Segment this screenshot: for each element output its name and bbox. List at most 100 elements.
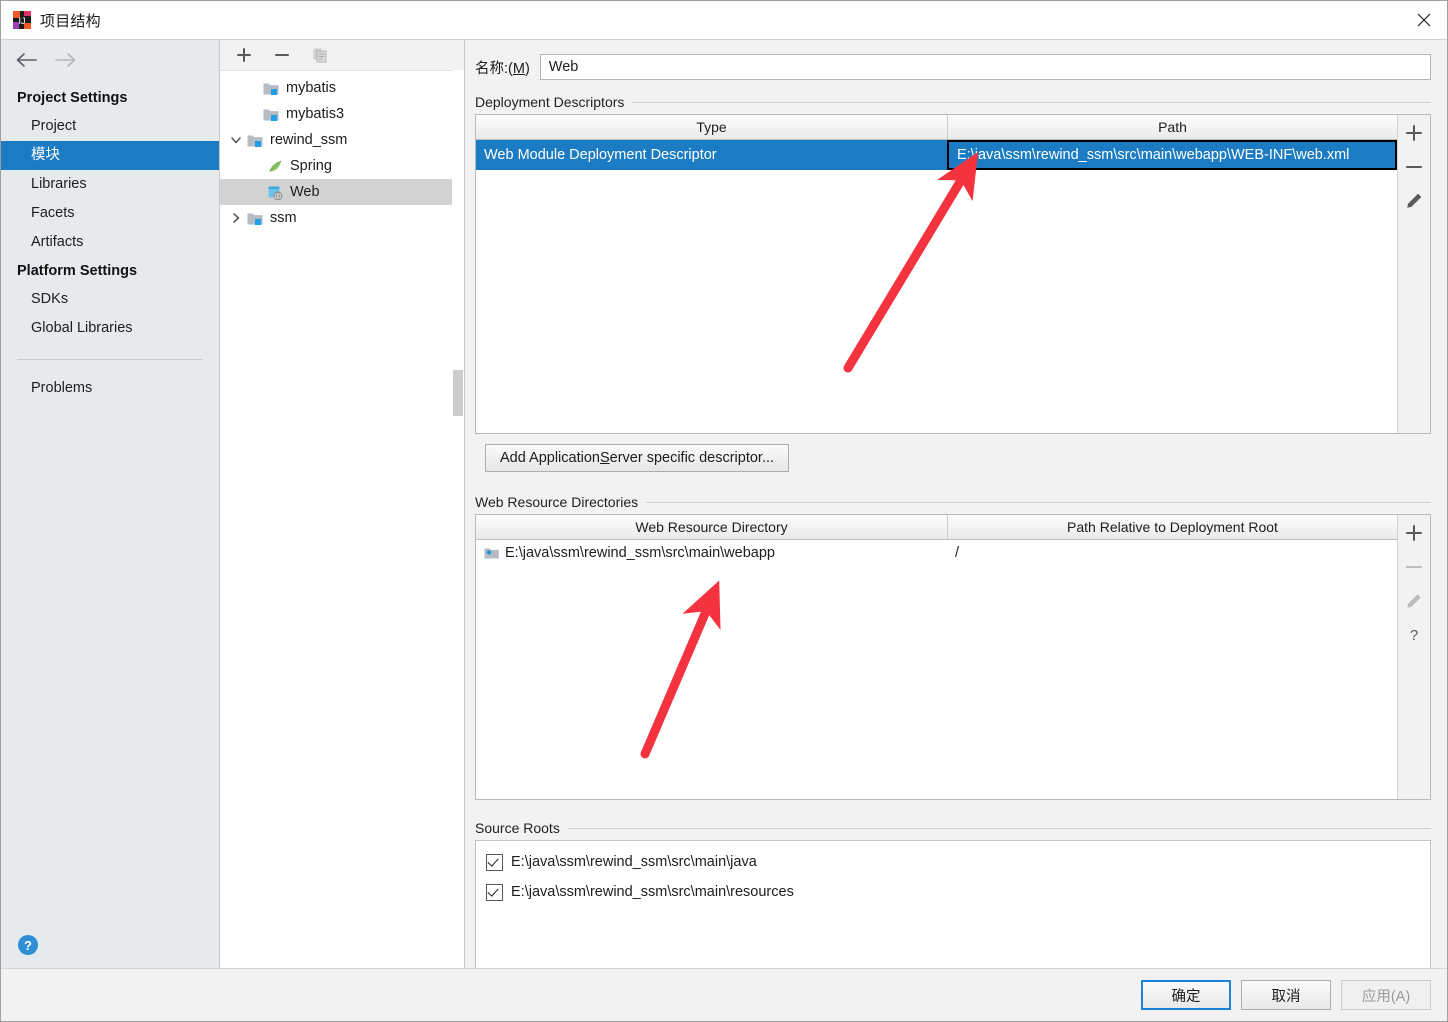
chevron-right-icon[interactable]	[226, 212, 246, 224]
tree-node-label: Web	[290, 184, 320, 200]
tree-node-label: mybatis	[286, 80, 336, 96]
module-folder-icon	[246, 133, 264, 148]
sidebar-navigation	[1, 40, 219, 80]
source-root-label: E:\java\ssm\rewind_ssm\src\main\resource…	[511, 884, 794, 900]
deployment-descriptors-label: Deployment Descriptors	[475, 94, 625, 110]
cell-web-resource-directory[interactable]: E:\java\ssm\rewind_ssm\src\main\webapp	[476, 540, 947, 566]
cell-path-relative[interactable]: /	[947, 540, 1397, 566]
add-web-resource-button[interactable]	[1402, 521, 1426, 545]
column-header-path[interactable]: Path	[947, 115, 1397, 139]
close-icon[interactable]	[1401, 1, 1447, 39]
section-rule	[632, 101, 1431, 103]
deployment-descriptors-table: Type Path Web Module Deployment Descript…	[475, 114, 1431, 434]
sidebar-item-project[interactable]: Project	[1, 112, 219, 141]
ok-button[interactable]: 确定	[1141, 980, 1231, 1010]
column-header-path-relative[interactable]: Path Relative to Deployment Root	[947, 515, 1397, 539]
add-desc-mnemonic: S	[599, 450, 610, 466]
deployment-descriptors-title: Deployment Descriptors	[475, 94, 1431, 110]
source-root-label: E:\java\ssm\rewind_ssm\src\main\java	[511, 854, 757, 870]
module-name-mnemonic: M	[512, 60, 525, 77]
sidebar-item-modules[interactable]: 模块	[1, 141, 219, 170]
web-resource-directories-table-main: Web Resource Directory Path Relative to …	[476, 515, 1397, 799]
tree-node-ssm[interactable]: ssm	[220, 205, 464, 231]
source-root-checkbox[interactable]	[486, 853, 503, 871]
sidebar-item-facets[interactable]: Facets	[1, 199, 219, 228]
module-name-row: 名称:(M)	[465, 40, 1447, 88]
add-application-server-descriptor-button[interactable]: Add Application Server specific descript…	[485, 444, 790, 472]
remove-descriptor-button[interactable]	[1402, 155, 1426, 179]
module-name-input[interactable]	[539, 54, 1431, 80]
module-name-label: 名称:(M)	[475, 60, 530, 77]
sidebar-item-problems[interactable]: Problems	[1, 374, 219, 403]
chevron-down-icon[interactable]	[226, 134, 246, 146]
svg-text:?: ?	[24, 938, 32, 953]
sidebar-group-platform-settings: Platform Settings	[17, 263, 138, 279]
column-header-type[interactable]: Type	[476, 115, 947, 139]
window-title: 项目结构	[40, 12, 101, 30]
module-tree: mybatis mybatis3 rewind_ssm Spring Web s…	[220, 71, 464, 968]
remove-web-resource-button	[1402, 555, 1426, 579]
tree-node-spring[interactable]: Spring	[220, 153, 464, 179]
plus-icon[interactable]	[234, 45, 254, 65]
tree-scrollbar[interactable]	[452, 70, 464, 968]
deployment-descriptors-header: Type Path	[476, 115, 1397, 140]
help-circle-icon[interactable]: ?	[17, 934, 39, 956]
section-rule	[567, 827, 1431, 829]
sidebar-item-global-libraries[interactable]: Global Libraries	[1, 314, 219, 343]
web-resource-directory-text: E:\java\ssm\rewind_ssm\src\main\webapp	[505, 545, 775, 561]
cancel-button[interactable]: 取消	[1241, 980, 1331, 1010]
sidebar-item-sdks[interactable]: SDKs	[1, 285, 219, 314]
dialog-body: Project Settings Project 模块 Libraries Fa…	[1, 39, 1447, 968]
table-row[interactable]: Web Module Deployment Descriptor E:\java…	[476, 140, 1397, 170]
svg-text:IJ: IJ	[18, 16, 25, 26]
source-roots-list: E:\java\ssm\rewind_ssm\src\main\java E:\…	[475, 840, 1431, 968]
dialog-footer: 确定 取消 应用(A)	[1, 968, 1447, 1021]
module-folder-icon	[246, 211, 264, 226]
tree-node-rewind-ssm[interactable]: rewind_ssm	[220, 127, 464, 153]
tree-node-label: rewind_ssm	[270, 132, 348, 148]
column-header-web-resource-directory[interactable]: Web Resource Directory	[476, 515, 947, 539]
module-settings-panel: 名称:(M) Deployment Descriptors Type Path	[465, 40, 1447, 968]
title-bar: IJ 项目结构	[1, 1, 1447, 39]
deployment-descriptors-toolbar	[1397, 115, 1430, 433]
spring-leaf-icon	[266, 159, 284, 174]
source-roots-label: Source Roots	[475, 820, 560, 836]
sidebar-group-project-settings: Project Settings	[17, 90, 128, 106]
web-resource-directories-section: Web Resource Directories Web Resource Di…	[465, 488, 1447, 800]
tree-node-label: mybatis3	[286, 106, 345, 122]
sidebar-item-libraries[interactable]: Libraries	[1, 170, 219, 199]
settings-sidebar: Project Settings Project 模块 Libraries Fa…	[1, 40, 220, 968]
sidebar-item-artifacts[interactable]: Artifacts	[1, 228, 219, 257]
minus-icon[interactable]	[272, 45, 292, 65]
list-item[interactable]: E:\java\ssm\rewind_ssm\src\main\resource…	[486, 877, 1430, 907]
web-resource-directories-label: Web Resource Directories	[475, 494, 639, 510]
sidebar-divider	[17, 359, 203, 360]
source-roots-section: Source Roots E:\java\ssm\rewind_ssm\src\…	[465, 814, 1447, 968]
tree-node-label: Spring	[290, 158, 332, 174]
folder-resource-icon	[484, 546, 499, 560]
deployment-descriptors-section: Deployment Descriptors Type Path Web Mod…	[465, 88, 1447, 472]
tree-node-label: ssm	[270, 210, 297, 226]
web-resource-help-button[interactable]: ?	[1402, 623, 1426, 647]
copy-icon	[310, 45, 330, 65]
intellij-idea-icon: IJ	[13, 11, 31, 29]
tree-node-mybatis[interactable]: mybatis	[220, 75, 464, 101]
add-desc-text-after: erver specific descriptor...	[609, 450, 775, 466]
web-resource-directories-table: Web Resource Directory Path Relative to …	[475, 514, 1431, 800]
web-resource-directories-header: Web Resource Directory Path Relative to …	[476, 515, 1397, 540]
tree-node-mybatis3[interactable]: mybatis3	[220, 101, 464, 127]
deployment-descriptors-table-main: Type Path Web Module Deployment Descript…	[476, 115, 1397, 433]
source-root-checkbox[interactable]	[486, 883, 503, 901]
table-row[interactable]: E:\java\ssm\rewind_ssm\src\main\webapp /	[476, 540, 1397, 566]
back-arrow-icon[interactable]	[13, 49, 39, 71]
deployment-descriptors-body: Web Module Deployment Descriptor E:\java…	[476, 140, 1397, 433]
cell-path[interactable]: E:\java\ssm\rewind_ssm\src\main\webapp\W…	[947, 140, 1397, 170]
tree-scrollbar-thumb[interactable]	[453, 370, 463, 416]
module-folder-icon	[262, 107, 280, 122]
web-facet-icon	[266, 185, 284, 200]
tree-node-web[interactable]: Web	[220, 179, 464, 205]
add-descriptor-button[interactable]	[1402, 121, 1426, 145]
list-item[interactable]: E:\java\ssm\rewind_ssm\src\main\java	[486, 847, 1430, 877]
edit-descriptor-button[interactable]	[1402, 189, 1426, 213]
cell-type[interactable]: Web Module Deployment Descriptor	[476, 140, 947, 170]
